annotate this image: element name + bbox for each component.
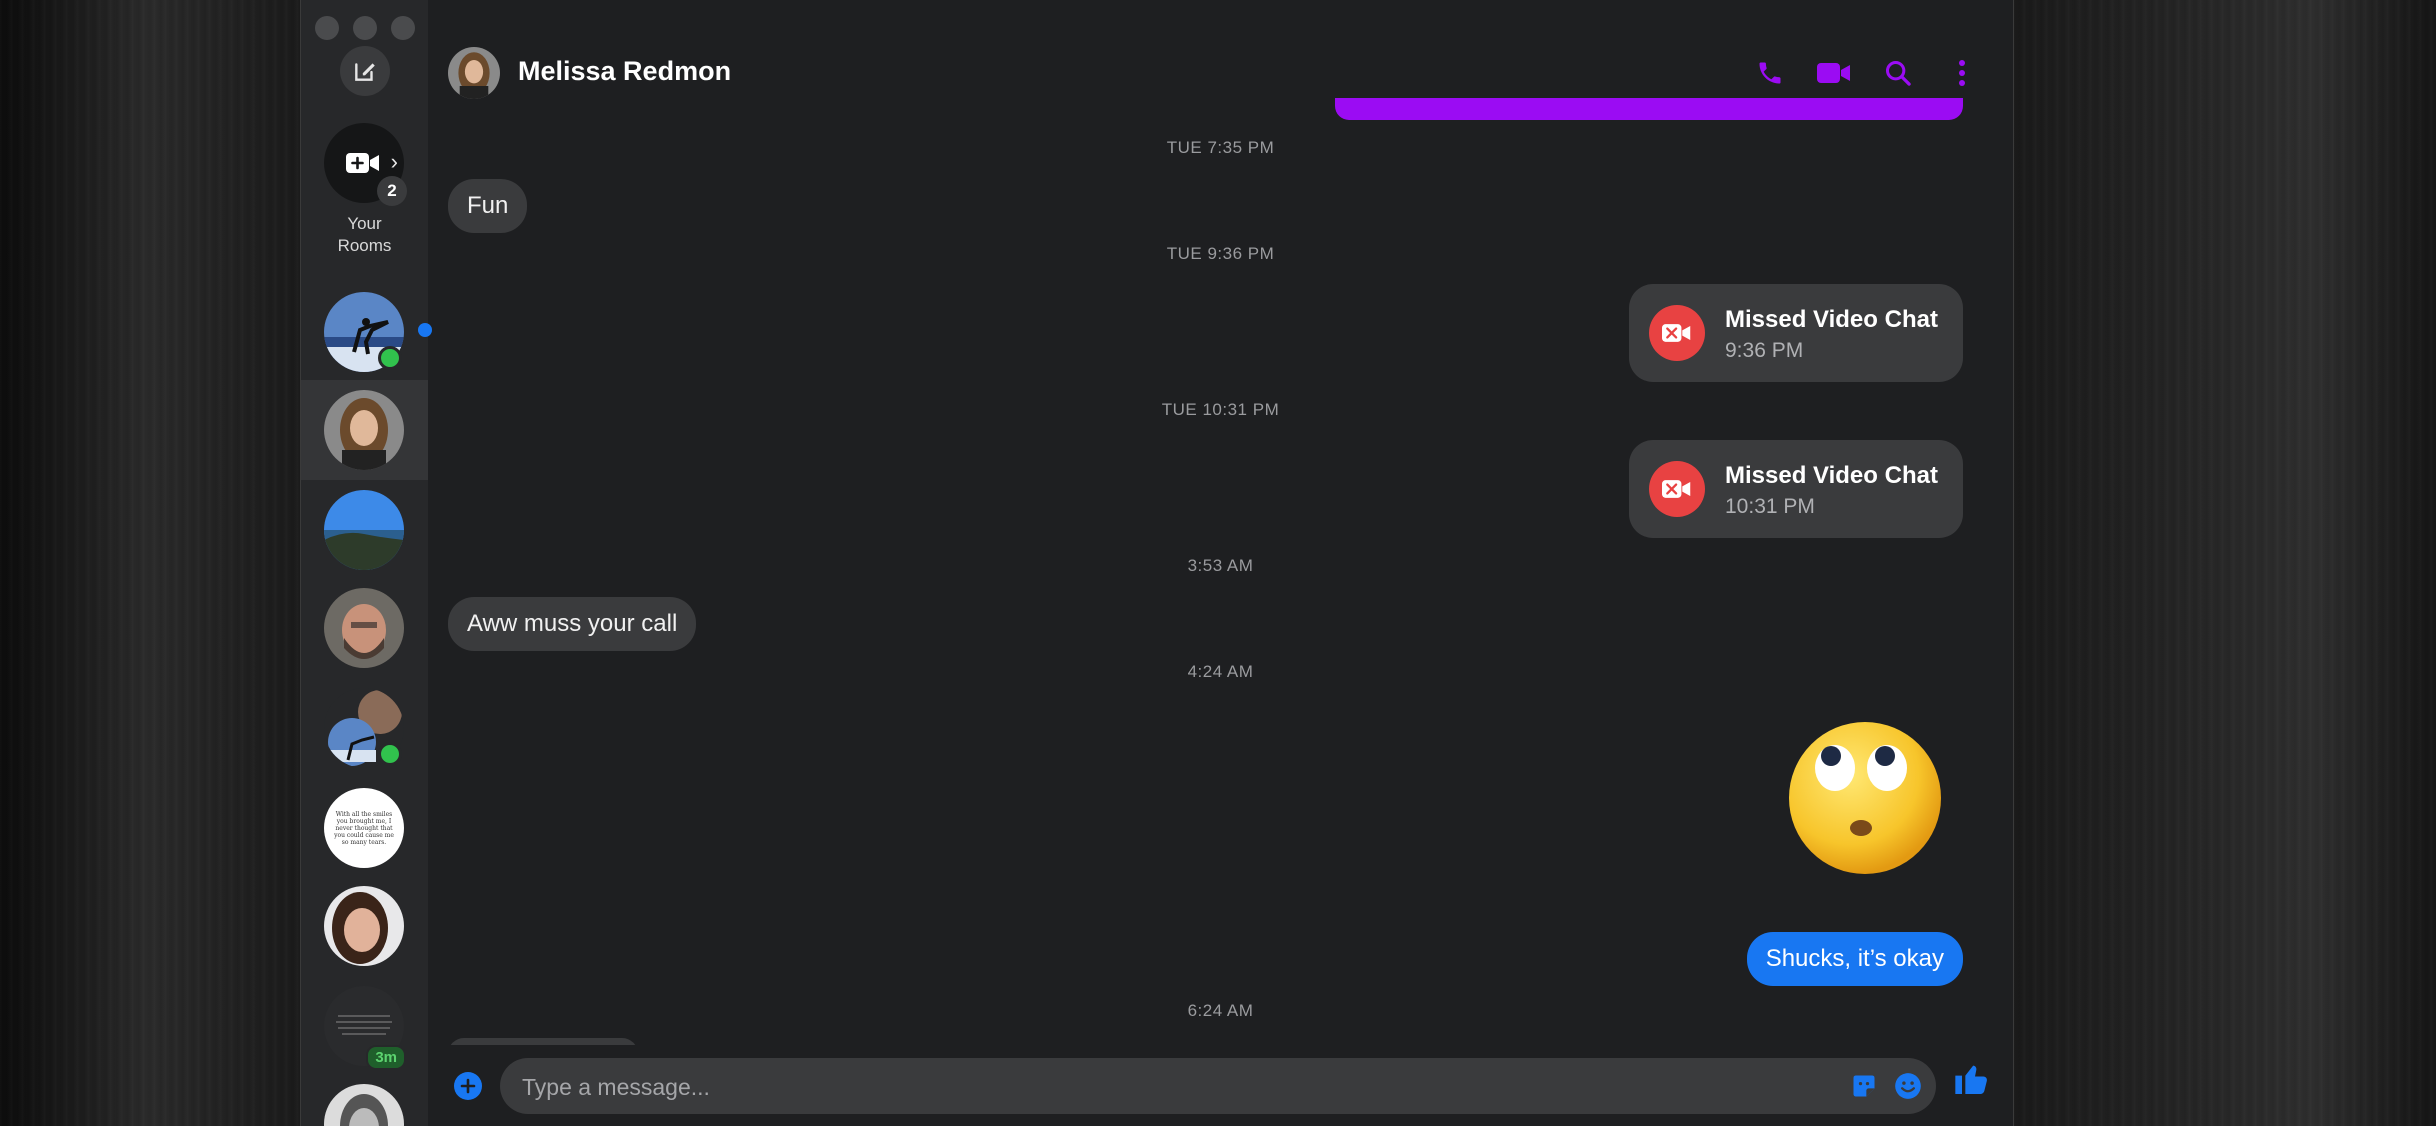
emoji-button[interactable] [1894, 1072, 1922, 1105]
conversation-item-woman-grey[interactable] [324, 1084, 404, 1126]
online-status-dot [378, 742, 402, 766]
emoji-icon [1895, 1073, 1921, 1099]
incoming-message-partial [448, 1038, 638, 1045]
header-actions [1753, 56, 1979, 90]
message-input[interactable] [520, 1058, 1824, 1116]
incoming-message[interactable]: Aww muss your call [448, 597, 697, 651]
avatar [324, 1084, 404, 1126]
video-room-icon [346, 153, 379, 173]
timestamp: 6:24 AM [1187, 1001, 1254, 1020]
eye-roll-emoji[interactable] [1787, 720, 1943, 876]
send-like-button[interactable] [1952, 1059, 1992, 1104]
conversation-item-group-2[interactable] [324, 688, 404, 768]
missed-video-chat-card[interactable]: Missed Video Chat 9:36 PM [1629, 284, 1963, 382]
conversation-header: Melissa Redmon [428, 0, 2013, 110]
chevron-right-icon: › [390, 149, 398, 174]
search-button[interactable] [1881, 56, 1915, 90]
conversation-item-quote-card[interactable]: With all the smiles you brought me, I ne… [324, 788, 404, 868]
plus-icon [460, 1078, 476, 1094]
avatar [324, 490, 404, 570]
more-actions-button[interactable] [454, 1072, 482, 1100]
contact-avatar[interactable] [448, 47, 500, 99]
compose-icon [355, 63, 375, 81]
avatar: With all the smiles you brought me, I ne… [324, 788, 404, 868]
zoom-window-button[interactable] [391, 16, 415, 40]
missed-call-time: 10:31 PM [1725, 495, 1815, 518]
minimize-window-button[interactable] [353, 16, 377, 40]
quote-text: With all the smiles you brought me, I ne… [334, 810, 394, 846]
conversation-item-melissa[interactable] [324, 390, 404, 470]
online-status-dot [378, 346, 402, 370]
sidebar: › 2 Your Rooms With all the smiles you b… [301, 0, 432, 1126]
avatar [324, 886, 404, 966]
messenger-window: › 2 Your Rooms With all the smiles you b… [300, 0, 2014, 1126]
message-list[interactable]: TUE 7:35 PM Fun TUE 9:36 PM Missed Video… [428, 110, 2013, 1045]
video-camera-icon [1817, 63, 1850, 83]
conversation-item-woman-dark-hair[interactable] [324, 886, 404, 966]
missed-video-icon [1649, 461, 1705, 517]
avatar [324, 390, 404, 470]
missed-video-chat-card[interactable]: Missed Video Chat 10:31 PM [1629, 440, 1963, 538]
rooms-button[interactable]: › 2 [324, 123, 407, 206]
missed-call-time: 9:36 PM [1725, 339, 1804, 362]
phone-icon [1759, 62, 1781, 84]
avatar [324, 588, 404, 668]
timestamp: 3:53 AM [1187, 556, 1254, 575]
time-badge: 3m [366, 1045, 406, 1070]
close-window-button[interactable] [315, 16, 339, 40]
sticker-button[interactable] [1850, 1072, 1878, 1105]
rooms-label: Your Rooms [337, 214, 392, 255]
compose-button[interactable] [340, 46, 390, 96]
message-input-wrapper [500, 1058, 1936, 1116]
more-vertical-icon [1959, 60, 1965, 86]
window-controls [315, 16, 415, 40]
audio-call-button[interactable] [1753, 56, 1787, 90]
conversation-item-landscape[interactable] [324, 490, 404, 570]
missed-call-title: Missed Video Chat [1725, 306, 1938, 333]
more-options-button[interactable] [1945, 56, 1979, 90]
timestamp: TUE 10:31 PM [1161, 400, 1280, 419]
search-icon [1885, 60, 1911, 86]
conversation-item-bearded-man[interactable] [324, 588, 404, 668]
outgoing-message[interactable]: Shucks, it’s okay [1746, 932, 1963, 986]
timestamp: TUE 9:36 PM [1166, 244, 1275, 263]
sticker-icon [1853, 1075, 1875, 1097]
video-call-button[interactable] [1817, 56, 1851, 90]
message-composer [428, 1045, 2013, 1126]
incoming-message[interactable]: Fun [448, 179, 528, 233]
contact-name[interactable]: Melissa Redmon [518, 56, 731, 87]
timestamp: TUE 7:35 PM [1166, 138, 1275, 157]
rooms-count-badge: 2 [377, 176, 407, 206]
conversation-item-karate-group[interactable] [324, 292, 404, 372]
missed-video-icon [1649, 305, 1705, 361]
missed-call-title: Missed Video Chat [1725, 462, 1938, 489]
conversation-item-quote-card-2[interactable]: 3m [324, 986, 406, 1070]
thumbs-up-icon [1955, 1065, 1987, 1094]
timestamp: 4:24 AM [1187, 662, 1254, 681]
